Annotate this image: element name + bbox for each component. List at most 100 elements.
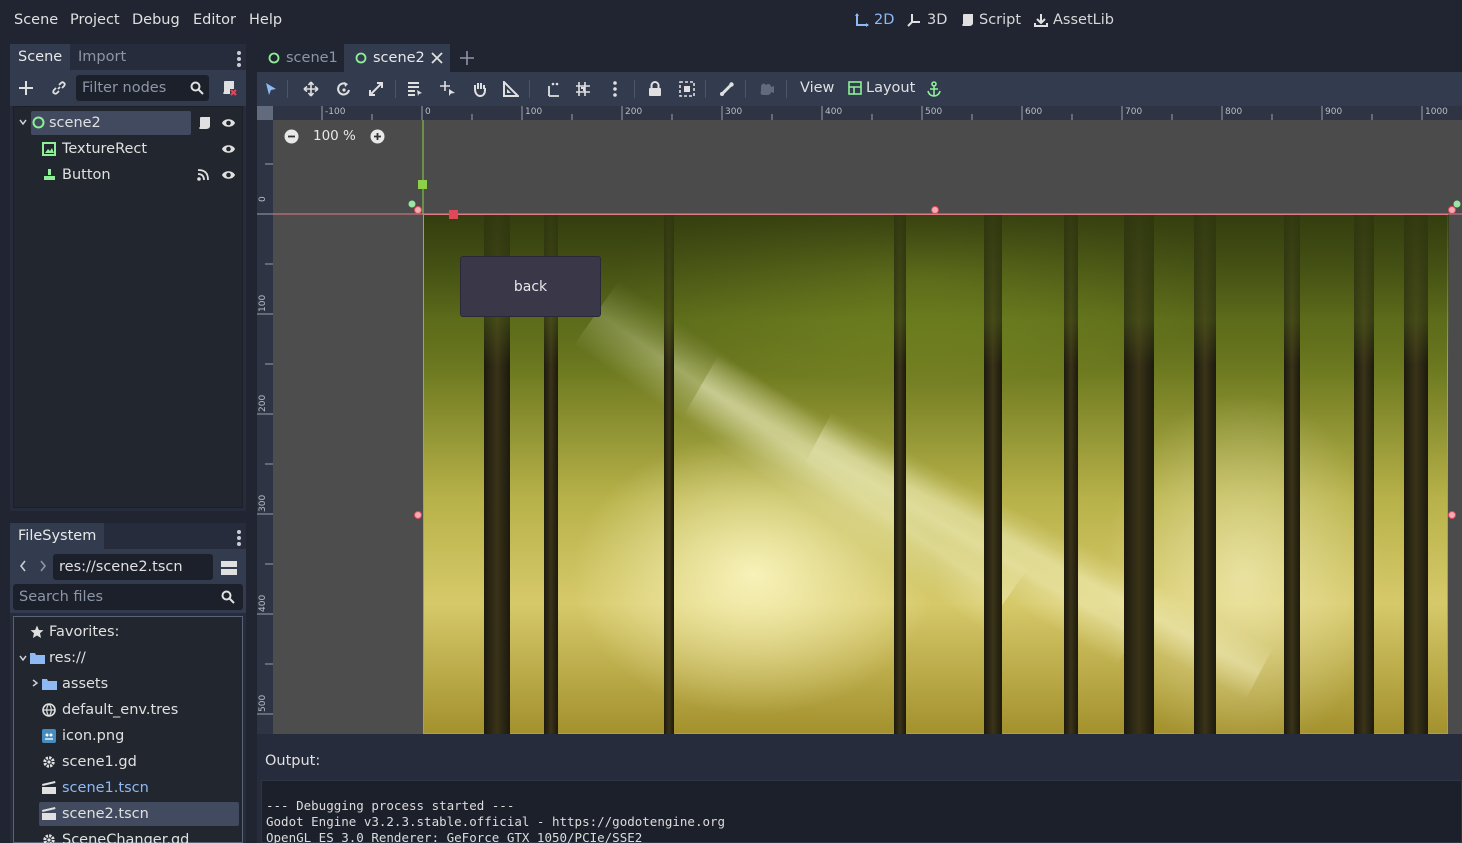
select-mode-button[interactable] [260, 78, 282, 100]
scene-back-button[interactable]: back [460, 256, 601, 317]
main-tab-3d[interactable]: 3D [907, 12, 947, 28]
file-tree-scenechanger-gd[interactable]: SceneChanger.gd [41, 828, 241, 843]
filesystem-toolbar: res://scene2.tscn Search files [10, 549, 246, 613]
visibility-eye-icon[interactable] [221, 169, 236, 181]
layout-menu-button[interactable]: Layout [848, 80, 915, 96]
file-tree-label: scene2.tscn [62, 806, 149, 822]
file-tree-label: scene1.gd [62, 754, 137, 770]
canvas-viewport[interactable]: -100 0 100 200 300 400 500 600 700 800 9… [257, 106, 1462, 734]
file-tree-label: scene1.tscn [62, 780, 149, 796]
scale-mode-button[interactable] [365, 78, 387, 100]
main-tab-script-label: Script [979, 12, 1022, 28]
bottom-panel: Output: --- Debugging process started --… [257, 734, 1462, 843]
file-tree-icon-png[interactable]: icon.png [41, 724, 241, 748]
tree-node-button[interactable]: Button [41, 163, 191, 187]
rotate-mode-button[interactable] [333, 78, 355, 100]
anchor-icon[interactable] [923, 78, 945, 100]
view-menu-button[interactable]: View [800, 80, 834, 96]
scene-dock-tabbar: Scene Import [10, 44, 246, 70]
main-tab-assetlib[interactable]: AssetLib [1034, 12, 1114, 28]
remote-script-icon[interactable] [221, 80, 237, 96]
ruler-tick-label: 0 [258, 196, 268, 202]
clapper-icon [42, 807, 56, 821]
grid-snap-button[interactable] [572, 78, 594, 100]
visibility-eye-icon[interactable] [221, 117, 236, 129]
ruler-tick-label: 100 [525, 107, 543, 117]
ruler-tick-label: 0 [425, 107, 431, 117]
scene-dock-menu-icon[interactable] [237, 51, 241, 67]
file-tree-label: SceneChanger.gd [62, 832, 190, 843]
nav-back-icon[interactable] [19, 560, 27, 572]
visibility-eye-icon[interactable] [221, 143, 236, 155]
ruler-mode-button[interactable] [500, 78, 522, 100]
main-tab-2d[interactable]: 2D [855, 12, 894, 28]
scene-dock-toolbar: Filter nodes [10, 70, 246, 106]
tab-scene[interactable]: Scene [10, 44, 71, 70]
list-select-button[interactable] [404, 78, 426, 100]
search-icon [190, 81, 204, 95]
main-tab-script[interactable]: Script [961, 12, 1021, 28]
zoom-in-icon[interactable] [370, 129, 385, 144]
search-files-input[interactable]: Search files [13, 584, 243, 610]
file-tree-favorites[interactable]: Favorites: [29, 620, 229, 644]
download-icon [1034, 13, 1048, 27]
tab-import[interactable]: Import [70, 44, 134, 70]
lock-button[interactable] [644, 78, 666, 100]
collapse-arrow-icon[interactable] [19, 119, 27, 125]
expand-arrow-icon[interactable] [32, 679, 38, 687]
menu-help[interactable]: Help [249, 12, 282, 28]
signal-icon[interactable] [197, 169, 211, 181]
ruler-tick-label: 400 [258, 594, 268, 612]
log-line: Godot Engine v3.2.3.stable.official - ht… [266, 814, 726, 829]
split-view-icon[interactable] [221, 560, 237, 576]
tree-node-texturerect[interactable]: TextureRect [41, 137, 191, 161]
file-tree-scene2-tscn[interactable]: scene2.tscn [39, 802, 239, 826]
log-line: --- Debugging process started --- [266, 798, 515, 813]
file-tree-label: Favorites: [49, 624, 120, 640]
instance-link-icon[interactable] [52, 81, 66, 95]
control-node-icon [32, 116, 45, 129]
smart-snap-button[interactable] [542, 78, 564, 100]
3d-axis-icon [907, 13, 922, 27]
menu-debug[interactable]: Debug [132, 12, 180, 28]
scene-tab-scene2[interactable]: scene2 [344, 44, 450, 72]
new-tab-plus-icon[interactable] [460, 51, 474, 65]
layout-label: Layout [866, 80, 916, 96]
ruler-tick-label: 500 [258, 694, 268, 712]
path-input[interactable]: res://scene2.tscn [53, 554, 213, 580]
pivot-mode-button[interactable] [437, 78, 459, 100]
output-log[interactable]: --- Debugging process started --- Godot … [261, 780, 1462, 843]
group-button[interactable] [676, 78, 698, 100]
file-tree-scene1-gd[interactable]: scene1.gd [41, 750, 241, 774]
file-tree-assets[interactable]: assets [41, 672, 241, 696]
zoom-level[interactable]: 100 % [313, 128, 356, 144]
move-mode-button[interactable] [300, 78, 322, 100]
filesystem-dock-menu-icon[interactable] [237, 530, 241, 546]
scene-tab-scene1[interactable]: scene1 [257, 44, 343, 72]
menu-editor[interactable]: Editor [193, 12, 236, 28]
pan-mode-button[interactable] [469, 78, 491, 100]
script-icon[interactable] [198, 116, 211, 130]
star-icon [30, 625, 44, 639]
ruler-tick-label: 800 [1225, 107, 1243, 117]
collapse-arrow-icon[interactable] [19, 655, 27, 661]
zoom-out-icon[interactable] [284, 129, 299, 144]
tab-filesystem[interactable]: FileSystem [10, 523, 105, 549]
file-tree-scene1-tscn[interactable]: scene1.tscn [41, 776, 241, 800]
file-tree-res-root[interactable]: res:// [29, 646, 229, 670]
file-tree-label: res:// [49, 650, 86, 666]
menu-scene[interactable]: Scene [14, 12, 58, 28]
add-node-icon[interactable] [19, 81, 33, 95]
file-tree-default-env[interactable]: default_env.tres [41, 698, 241, 722]
skeleton-bone-icon[interactable] [716, 78, 738, 100]
file-tree-label: assets [62, 676, 109, 692]
ruler-tick-label: 400 [825, 107, 843, 117]
camera-override-icon[interactable] [756, 78, 778, 100]
environment-icon [42, 703, 56, 717]
nav-forward-icon[interactable] [39, 560, 47, 572]
more-options-icon[interactable] [604, 78, 626, 100]
close-icon[interactable] [431, 52, 443, 64]
tree-node-scene2[interactable]: scene2 [31, 111, 191, 135]
menu-project[interactable]: Project [70, 12, 120, 28]
scene-tree: scene2 TextureRect Button [13, 106, 243, 508]
